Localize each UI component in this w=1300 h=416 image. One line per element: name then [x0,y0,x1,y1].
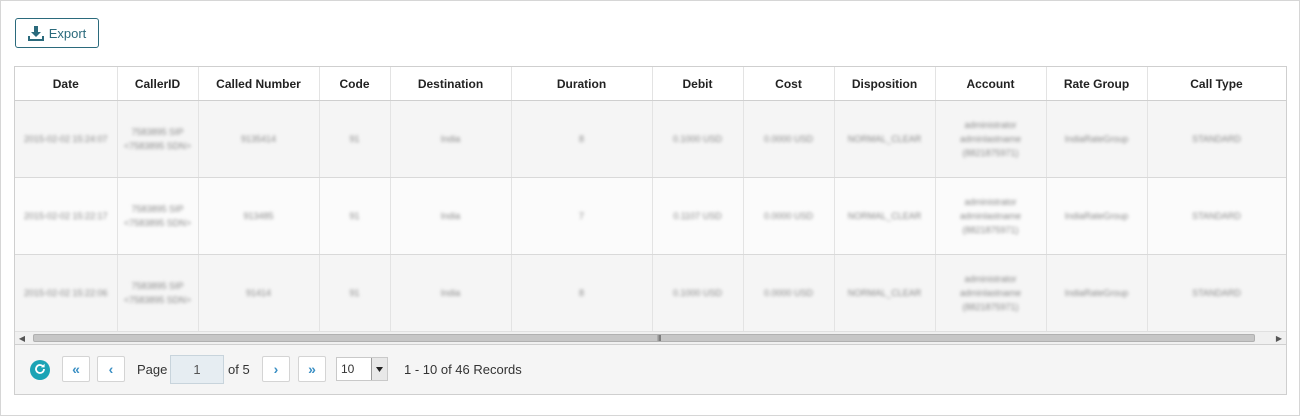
first-page-button[interactable]: « [62,356,90,382]
cell-duration: 8 [511,100,653,178]
cell-code: 91 [319,177,391,255]
cell-code: 91 [319,100,391,178]
page-total-label: of 5 [228,362,250,377]
cdr-grid: Date CallerID Called Number Code Destina… [14,66,1287,395]
cell-rate-group: IndiaRateGroup [1046,177,1148,255]
column-header-cost[interactable]: Cost [743,67,835,101]
page-size-value: 10 [341,362,355,376]
cell-duration: 7 [511,177,653,255]
column-header-called-number[interactable]: Called Number [198,67,320,101]
cell-cost: 0.0000 USD [743,100,835,178]
cell-rate-group: IndiaRateGroup [1046,100,1148,178]
horizontal-scrollbar[interactable]: ◀ III ▶ [15,331,1286,345]
cell-date: 2015-02-02 15:22:06 [15,254,118,332]
cell-debit: 0.1107 USD [652,177,744,255]
cell-disposition: NORMAL_CLEAR [834,254,936,332]
next-page-button[interactable]: › [262,356,290,382]
cell-called-number: 913485 [198,177,320,255]
cdr-table: Date CallerID Called Number Code Destina… [15,67,1286,332]
cell-account: administrator adminlastname (8821875971) [935,100,1047,178]
page-size-select[interactable]: 10 [336,357,388,381]
refresh-icon [34,363,46,378]
refresh-button[interactable] [30,360,50,380]
cell-debit: 0.1000 USD [652,100,744,178]
cell-destination: India [390,100,512,178]
table-header-row: Date CallerID Called Number Code Destina… [15,67,1286,101]
export-button[interactable]: Export [15,18,99,48]
column-header-callerid[interactable]: CallerID [117,67,199,101]
column-header-call-type[interactable]: Call Type [1147,67,1286,101]
cell-call-type: STANDARD [1147,254,1286,332]
cell-account: administrator adminlastname (8821875971) [935,177,1047,255]
cell-callerid: 7583895 SIP <7583895 SDN> [117,254,199,332]
cell-destination: India [390,254,512,332]
dropdown-arrow-icon[interactable] [371,358,387,380]
prev-page-button[interactable]: ‹ [97,356,125,382]
page-number-input[interactable] [170,355,224,384]
scrollbar-grip: III [657,334,662,343]
cell-call-type: STANDARD [1147,100,1286,178]
last-page-button[interactable]: » [298,356,326,382]
download-icon [27,25,44,41]
cell-call-type: STANDARD [1147,177,1286,255]
column-header-rate-group[interactable]: Rate Group [1046,67,1148,101]
cell-cost: 0.0000 USD [743,177,835,255]
cell-code: 91 [319,254,391,332]
cell-callerid: 7583895 SIP <7583895 SDN> [117,100,199,178]
cell-duration: 8 [511,254,653,332]
table-row[interactable]: 2015-02-02 15:24:07 7583895 SIP <7583895… [15,100,1286,178]
column-header-disposition[interactable]: Disposition [834,67,936,101]
pagination-bar: « ‹ Page of 5 › » 10 1 - 10 of 46 Record… [15,345,1286,394]
column-header-debit[interactable]: Debit [652,67,744,101]
cell-destination: India [390,177,512,255]
column-header-duration[interactable]: Duration [511,67,653,101]
cell-rate-group: IndiaRateGroup [1046,254,1148,332]
cell-disposition: NORMAL_CLEAR [834,100,936,178]
table-row[interactable]: 2015-02-02 15:22:06 7583895 SIP <7583895… [15,254,1286,332]
scrollbar-thumb[interactable]: III [33,334,1255,343]
cell-called-number: 9135414 [198,100,320,178]
cdr-panel: Export Date CallerID Called Number Code … [0,0,1300,416]
cell-debit: 0.1000 USD [652,254,744,332]
column-header-code[interactable]: Code [319,67,391,101]
cell-date: 2015-02-02 15:22:17 [15,177,118,255]
page-label: Page [137,362,168,377]
column-header-date[interactable]: Date [15,67,118,101]
cell-disposition: NORMAL_CLEAR [834,177,936,255]
scroll-left-icon[interactable]: ◀ [15,332,29,345]
table-row[interactable]: 2015-02-02 15:22:17 7583895 SIP <7583895… [15,177,1286,255]
cell-cost: 0.0000 USD [743,254,835,332]
cell-account: administrator adminlastname (8821875971) [935,254,1047,332]
cell-called-number: 91414 [198,254,320,332]
cell-callerid: 7583895 SIP <7583895 SDN> [117,177,199,255]
column-header-destination[interactable]: Destination [390,67,512,101]
records-count: 1 - 10 of 46 Records [404,362,522,377]
export-label: Export [48,25,87,41]
column-header-account[interactable]: Account [935,67,1047,101]
scroll-right-icon[interactable]: ▶ [1272,332,1286,345]
cell-date: 2015-02-02 15:24:07 [15,100,118,178]
